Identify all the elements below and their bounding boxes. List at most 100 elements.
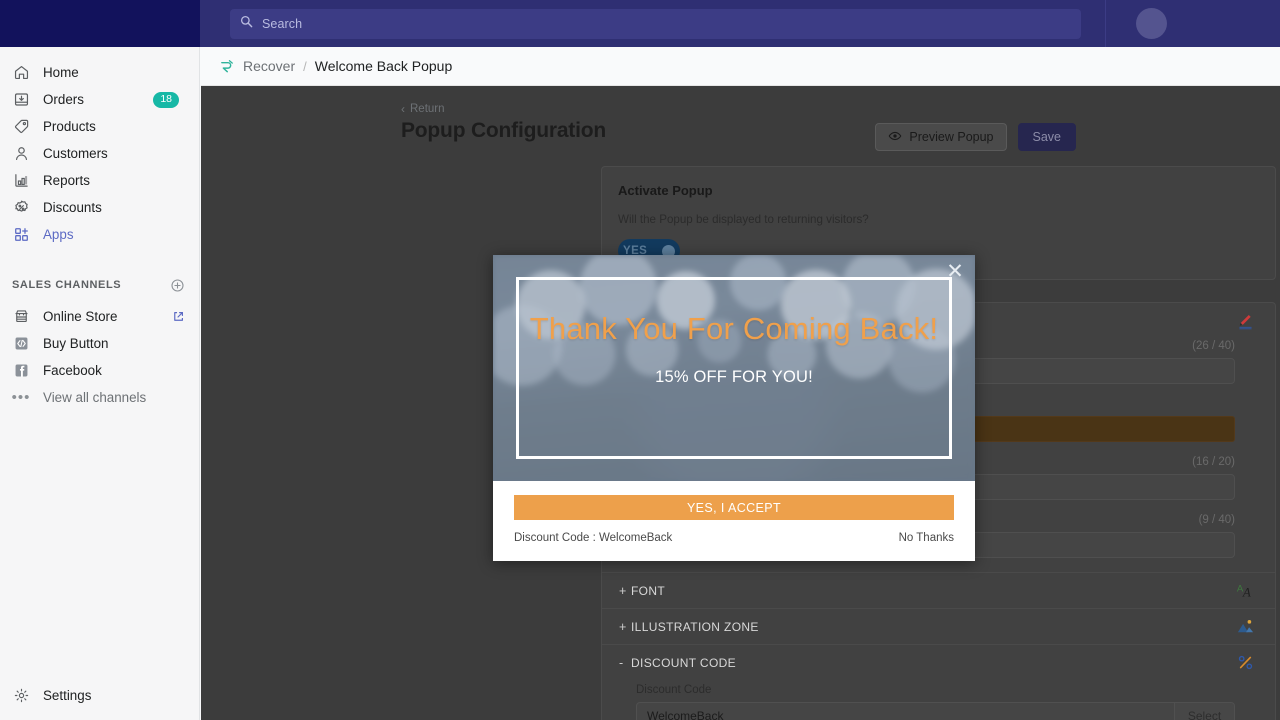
discount-code-value: WelcomeBack xyxy=(647,709,724,720)
ellipsis-icon: ••• xyxy=(11,388,31,406)
top-bar: Search xyxy=(0,0,1280,47)
top-bar-account-area xyxy=(1105,0,1280,47)
popup-hero-text: Thank You For Coming Back! 15% OFF FOR Y… xyxy=(493,255,975,481)
panel-toggle-sign: + xyxy=(619,619,627,634)
sidebar-item-view-all-channels[interactable]: ••• View all channels xyxy=(0,384,199,411)
sidebar-item-products[interactable]: Products xyxy=(0,113,191,140)
save-button[interactable]: Save xyxy=(1017,123,1076,151)
popup-preview-modal: Thank You For Coming Back! 15% OFF FOR Y… xyxy=(493,255,975,561)
discount-code-field-label: Discount Code xyxy=(636,684,712,696)
storefront-icon xyxy=(11,307,31,327)
popup-decline-link[interactable]: No Thanks xyxy=(899,532,954,544)
activate-popup-title: Activate Popup xyxy=(618,183,713,198)
sales-channels-header: SALES CHANNELS xyxy=(0,276,199,294)
discount-code-input[interactable]: WelcomeBack xyxy=(637,703,1174,720)
sidebar-item-label: Buy Button xyxy=(43,336,109,351)
search-icon xyxy=(240,15,253,33)
external-link-icon[interactable] xyxy=(172,310,185,323)
svg-text:A: A xyxy=(1242,585,1251,600)
preview-popup-button[interactable]: Preview Popup xyxy=(875,123,1007,151)
home-icon xyxy=(11,63,31,83)
discount-code-fields: Discount Code WelcomeBack Select Please … xyxy=(602,680,1275,720)
sidebar-item-label: Facebook xyxy=(43,363,102,378)
popup-accept-button[interactable]: YES, I ACCEPT xyxy=(514,495,954,520)
page-header-actions: Preview Popup Save xyxy=(875,123,1076,151)
sidebar-item-label: Reports xyxy=(43,173,90,188)
panel-title: FONT xyxy=(631,583,666,598)
popup-footer: YES, I ACCEPT Discount Code : WelcomeBac… xyxy=(493,481,975,561)
field-char-count: (9 / 40) xyxy=(1198,514,1235,526)
sidebar-nav: Home Orders 18 Products Customers Report… xyxy=(0,47,199,248)
orders-inbox-icon xyxy=(11,90,31,110)
sidebar-item-apps[interactable]: Apps xyxy=(0,221,191,248)
panel-font: + FONT A A xyxy=(602,572,1275,608)
popup-title: Thank You For Coming Back! xyxy=(529,311,939,346)
pencil-underline-icon xyxy=(1236,311,1255,330)
field-char-count: (26 / 40) xyxy=(1192,340,1235,352)
person-icon xyxy=(11,144,31,164)
sidebar-item-discounts[interactable]: Discounts xyxy=(0,194,191,221)
sidebar-item-label: Products xyxy=(43,119,96,134)
code-tag-icon xyxy=(11,334,31,354)
sidebar-item-settings[interactable]: Settings xyxy=(0,680,200,710)
panel-header-illustration-zone[interactable]: + ILLUSTRATION ZONE xyxy=(602,609,1275,644)
sidebar-item-home[interactable]: Home xyxy=(0,59,191,86)
panel-header-font[interactable]: + FONT A A xyxy=(602,573,1275,608)
activate-popup-question: Will the Popup be displayed to returning… xyxy=(618,213,869,226)
sidebar-item-reports[interactable]: Reports xyxy=(0,167,191,194)
sidebar-item-label: Orders xyxy=(43,92,84,107)
return-link[interactable]: ‹ Return xyxy=(401,102,445,116)
brand-logo-block xyxy=(0,0,200,47)
popup-subtitle: 15% OFF FOR YOU! xyxy=(655,368,813,386)
sales-channels-title: SALES CHANNELS xyxy=(12,279,122,291)
avatar[interactable] xyxy=(1136,8,1167,39)
panel-discount-code: - DISCOUNT CODE Discount Code WelcomeBac… xyxy=(602,644,1275,720)
sidebar-item-customers[interactable]: Customers xyxy=(0,140,191,167)
popup-footer-row: Discount Code : WelcomeBack No Thanks xyxy=(514,532,954,544)
panel-header-discount-code[interactable]: - DISCOUNT CODE xyxy=(602,645,1275,680)
breadcrumb-current: Welcome Back Popup xyxy=(314,58,453,74)
breadcrumb-separator: / xyxy=(303,58,307,74)
close-icon[interactable]: ✕ xyxy=(944,260,966,282)
sidebar-item-label: View all channels xyxy=(43,390,147,405)
breadcrumb: Recover / Welcome Back Popup xyxy=(201,47,1280,86)
return-label: Return xyxy=(410,103,445,115)
panel-title: ILLUSTRATION ZONE xyxy=(631,619,759,634)
popup-hero: Thank You For Coming Back! 15% OFF FOR Y… xyxy=(493,255,975,481)
sidebar-item-label: Discounts xyxy=(43,200,102,215)
search-placeholder: Search xyxy=(262,16,303,31)
font-aa-icon: A A xyxy=(1236,581,1255,600)
image-mountain-icon xyxy=(1236,617,1255,636)
sidebar-item-buy-button[interactable]: Buy Button xyxy=(0,330,199,357)
sidebar-item-online-store[interactable]: Online Store xyxy=(0,303,199,330)
sidebar-item-label: Customers xyxy=(43,146,108,161)
page-title: Popup Configuration xyxy=(401,119,606,142)
sidebar-item-label: Home xyxy=(43,65,79,80)
panel-toggle-sign: - xyxy=(619,655,624,670)
panel-illustration-zone: + ILLUSTRATION ZONE xyxy=(602,608,1275,644)
sidebar-item-label: Settings xyxy=(43,687,92,703)
chevron-left-icon: ‹ xyxy=(401,102,405,116)
sidebar: Home Orders 18 Products Customers Report… xyxy=(0,47,200,720)
sidebar-item-label: Apps xyxy=(43,227,74,242)
app-window: Search Home Orders 18 Products Customers… xyxy=(0,0,1280,720)
search-input[interactable]: Search xyxy=(230,8,1081,39)
popup-discount-line: Discount Code : WelcomeBack xyxy=(514,532,673,544)
bar-chart-icon xyxy=(11,171,31,191)
save-label: Save xyxy=(1032,130,1062,144)
sidebar-item-orders[interactable]: Orders 18 xyxy=(0,86,191,113)
discount-code-select-button[interactable]: Select xyxy=(1174,703,1234,720)
top-bar-search-area: Search xyxy=(200,0,1105,47)
gear-icon xyxy=(11,687,31,704)
sidebar-item-label: Online Store xyxy=(43,309,118,324)
facebook-icon xyxy=(11,361,31,381)
orders-count-badge: 18 xyxy=(153,91,179,108)
tag-icon xyxy=(11,117,31,137)
plus-circle-icon[interactable] xyxy=(170,278,185,293)
sidebar-item-facebook[interactable]: Facebook xyxy=(0,357,199,384)
panel-title: DISCOUNT CODE xyxy=(631,655,737,670)
eye-icon xyxy=(888,129,902,146)
select-label: Select xyxy=(1187,709,1222,720)
breadcrumb-app-link[interactable]: Recover xyxy=(243,58,295,74)
percent-icon xyxy=(1236,653,1255,672)
